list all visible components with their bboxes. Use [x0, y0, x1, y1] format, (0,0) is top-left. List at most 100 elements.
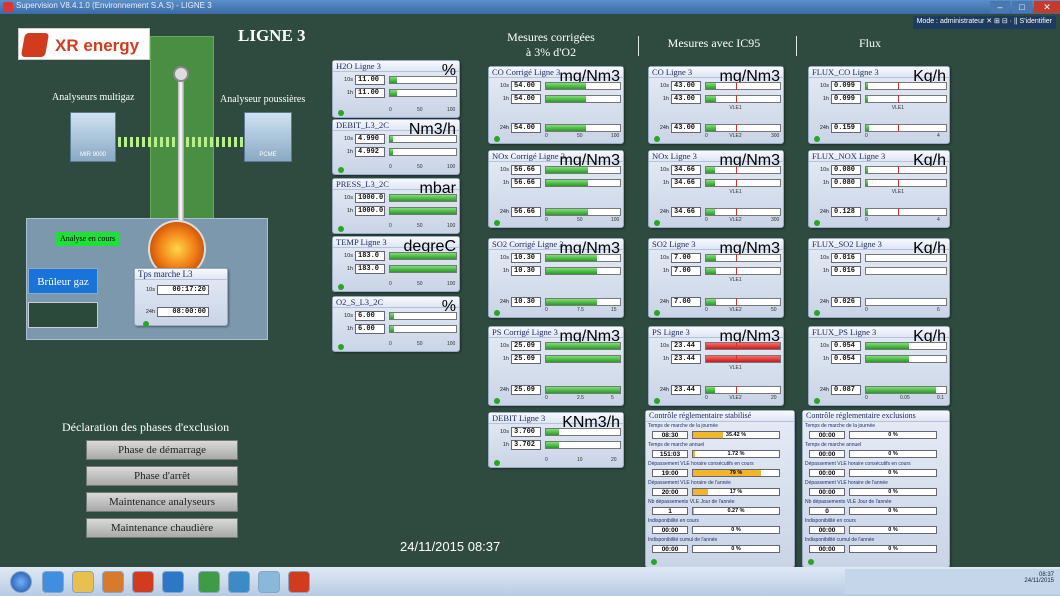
browser-icon[interactable] [42, 571, 64, 593]
measure-panel-press: PRESS_L3_2C mbar 10s 1000.0 1h 1000.0 0 50 100 [332, 178, 460, 234]
app-icon-blue[interactable] [162, 571, 184, 593]
value-gauge [865, 95, 947, 103]
control-row-value: 00:00 [809, 526, 845, 534]
status-dot-icon [494, 460, 500, 466]
value-gauge [545, 208, 621, 216]
spreadsheet-icon[interactable] [198, 571, 220, 593]
user-mode-toolbar[interactable]: Mode : administrateur ✕ ⊞ ⊟ · || S'ident… [912, 16, 1056, 29]
media-icon[interactable] [102, 571, 124, 593]
multigas-analyser[interactable]: MIR 9000 [70, 112, 116, 162]
row-value: 0.099 [831, 81, 861, 91]
scale-label: 20 [611, 457, 617, 463]
row-value: 0.128 [831, 207, 861, 217]
row-value: 25.09 [511, 385, 541, 395]
gauge-fill [546, 442, 560, 448]
row-period-label: 1h [346, 326, 353, 332]
gauge-fill [546, 209, 589, 215]
control-row-label: Dépassement VLE horaire consécutifs en c… [805, 461, 911, 467]
row-period-label: 24h [659, 387, 669, 393]
gauge-fill [706, 255, 717, 261]
vle2-label: VLE2 [729, 307, 742, 313]
scale-label: 6 [937, 307, 940, 313]
vle-marker [735, 166, 737, 174]
control-row-percent: 0 % [849, 431, 937, 439]
row-value: 0.080 [831, 178, 861, 188]
gauge-fill [390, 266, 456, 272]
window-app-icon[interactable] [258, 571, 280, 593]
control-row-value: 00:00 [809, 469, 845, 477]
analyser-maintenance-button[interactable]: Maintenance analyseurs [86, 492, 238, 512]
scale-label: 100 [447, 223, 456, 229]
value-gauge [545, 179, 621, 187]
xr-app-icon[interactable] [132, 571, 154, 593]
gauge-fill [706, 209, 715, 215]
value-gauge [705, 386, 781, 394]
gauge-fill [390, 208, 456, 214]
gauge-fill [546, 83, 586, 89]
scale-label: 0 [389, 281, 392, 287]
gauge-fill [866, 167, 868, 173]
value-gauge [545, 355, 621, 363]
value-gauge [705, 179, 781, 187]
row-period-label: 10s [344, 313, 353, 319]
folder-icon[interactable] [72, 571, 94, 593]
measure-panel-so2_c: SO2 Corrigé Ligne 3 mg/Nm3 10s 10.30 1h 10.30… [488, 238, 624, 318]
row-value: 10.30 [511, 266, 541, 276]
row-value: 25.09 [511, 341, 541, 351]
row-value: 10.30 [511, 253, 541, 263]
gauge-fill [390, 77, 398, 83]
gauge-fill [706, 96, 717, 102]
row-period-label: 10s [820, 167, 829, 173]
exclusion-title: Déclaration des phases d'exclusion [62, 420, 230, 434]
status-dot-icon [808, 559, 814, 565]
row-period-label: 10s [500, 167, 509, 173]
gauge-fill [706, 83, 717, 89]
control-row-label: Indisponibilité cumul de l'année [648, 537, 718, 543]
control-row-label: Dépassement VLE horaire de l'année [648, 480, 731, 486]
startup-phase-button[interactable]: Phase de démarrage [86, 440, 238, 460]
gauge-fill [390, 136, 394, 142]
row-period-label: 10s [344, 136, 353, 142]
scale-label: 0 [865, 307, 868, 313]
row-value: 1000.0 [355, 193, 385, 203]
measure-panel-flux_nox: FLUX_NOX Ligne 3 Kg/h 10s 0.080 1h 0.080 24h 0.… [808, 150, 950, 228]
panel-title: H2O Ligne 3 [333, 61, 459, 72]
row-value: 56.66 [511, 178, 541, 188]
control-row-percent: 0.27 % [692, 507, 780, 515]
value-gauge [705, 355, 781, 363]
percent-text: 0 % [888, 508, 898, 514]
start-button-icon[interactable] [10, 571, 32, 593]
probe-head [173, 66, 189, 82]
scale-label: 0 [865, 217, 868, 223]
section-corrected-title: Mesures corrigées à 3% d'O2 [507, 30, 595, 59]
boiler-maintenance-button[interactable]: Maintenance chaudière [86, 518, 238, 538]
page-title: LIGNE 3 [238, 26, 306, 45]
control-row-percent: 79 % [692, 469, 780, 477]
scale-label: 50 [417, 341, 423, 347]
supervision-app-icon[interactable] [288, 571, 310, 593]
control-row-value: 08:30 [652, 431, 688, 439]
vle-marker [735, 254, 737, 262]
control-row-percent: 0 % [849, 450, 937, 458]
shutdown-phase-button[interactable]: Phase d'arrêt [86, 466, 238, 486]
scale-label: 50 [417, 281, 423, 287]
control-row-percent: 0 % [692, 545, 780, 553]
status-dot-icon [654, 136, 660, 142]
minimize-button[interactable]: – [990, 1, 1010, 13]
system-tray: 08:37 24/11/2015 [845, 569, 1060, 594]
chart-app-icon[interactable] [228, 571, 250, 593]
vle-marker [735, 267, 737, 275]
vle-marker [898, 166, 899, 174]
scale-label: 7.5 [577, 307, 584, 313]
row-value: 7.00 [671, 253, 701, 263]
burner-status-badge: Brûleur gaz [28, 268, 98, 294]
scale-label: 20 [771, 395, 777, 401]
maximize-button[interactable]: □ [1012, 1, 1032, 13]
section-divider [796, 36, 797, 56]
value-gauge [865, 386, 947, 394]
scale-label: 0 [705, 217, 708, 223]
dust-analyser[interactable]: PCME [244, 112, 292, 162]
row-period-label: 24h [819, 299, 829, 305]
close-button[interactable]: ✕ [1034, 1, 1060, 13]
row-period-label: 1h [346, 149, 353, 155]
